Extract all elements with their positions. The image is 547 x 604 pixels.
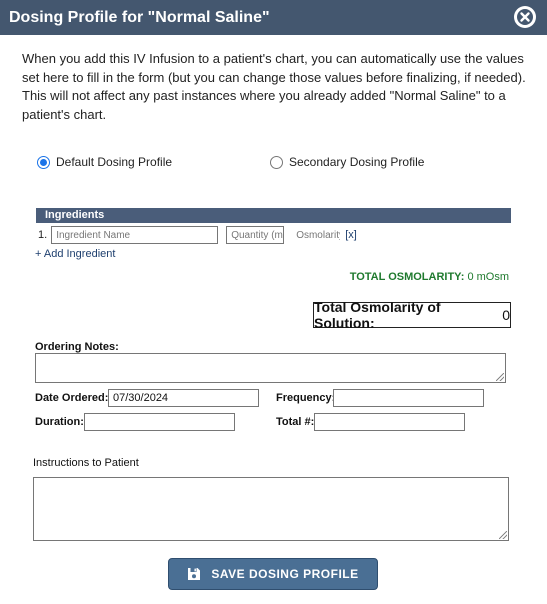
resize-handle[interactable] — [499, 531, 507, 539]
dialog-titlebar: Dosing Profile for "Normal Saline" — [0, 0, 547, 35]
total-solution-value: 0 — [502, 307, 510, 323]
total-solution-box: Total Osmolarity of Solution: 0 — [313, 299, 511, 331]
radio-secondary-profile[interactable]: Secondary Dosing Profile — [270, 155, 424, 169]
ingredient-name-placeholder: Ingredient Name — [56, 229, 131, 241]
date-ordered-field[interactable]: 07/30/2024 — [108, 389, 259, 407]
frequency-field[interactable] — [333, 389, 484, 407]
duration-field[interactable] — [84, 413, 235, 431]
resize-handle[interactable] — [496, 373, 504, 381]
ingredient-name-input[interactable]: Ingredient Name — [51, 226, 219, 244]
duration-label: Duration: — [35, 416, 84, 428]
total-solution-label: Total Osmolarity of Solution: — [314, 299, 441, 331]
total-osmolarity: TOTAL OSMOLARITY: 0 mOsm — [350, 271, 509, 283]
date-ordered-label: Date Ordered: — [35, 392, 109, 404]
ingredient-quantity-placeholder: Quantity (ml) — [231, 229, 285, 241]
ingredient-osmolarity-placeholder: Osmolarity — [296, 229, 342, 241]
dialog-title: Dosing Profile for "Normal Saline" — [9, 8, 270, 26]
radio-default-label: Default Dosing Profile — [56, 155, 173, 169]
radio-secondary-label: Secondary Dosing Profile — [289, 155, 425, 169]
ingredient-osmolarity-input[interactable]: Osmolarity — [291, 226, 342, 244]
remove-ingredient-link[interactable]: [x] — [345, 229, 357, 241]
total-count-label: Total #: — [276, 416, 315, 428]
close-circle-icon — [515, 7, 535, 27]
date-ordered-value: 07/30/2024 — [113, 392, 169, 404]
total-count-field[interactable] — [314, 413, 465, 431]
instructions-label: Instructions to Patient — [33, 457, 139, 469]
radio-secondary-indicator[interactable] — [270, 155, 283, 169]
save-button-label: SAVE DOSING PROFILE — [211, 567, 359, 581]
save-dosing-profile-button[interactable]: SAVE DOSING PROFILE — [168, 558, 378, 590]
ordering-notes-textarea[interactable] — [35, 353, 506, 383]
ingredient-index: 1. — [38, 229, 48, 241]
total-osmolarity-value: 0 mOsm — [467, 271, 509, 283]
instructions-textarea[interactable] — [33, 477, 509, 541]
close-button[interactable] — [514, 6, 536, 28]
ingredient-quantity-input[interactable]: Quantity (ml) — [226, 226, 285, 244]
add-ingredient-link[interactable]: + Add Ingredient — [35, 248, 115, 260]
intro-text: When you add this IV Infusion to a patie… — [22, 51, 526, 122]
total-osmolarity-label: TOTAL OSMOLARITY: — [349, 271, 465, 283]
ingredients-header: Ingredients — [36, 208, 511, 223]
radio-default-profile[interactable]: Default Dosing Profile — [37, 155, 172, 169]
ordering-notes-label: Ordering Notes: — [35, 341, 119, 353]
radio-default-indicator[interactable] — [37, 155, 50, 169]
ingredient-row: 1. Ingredient Name Quantity (ml) Osmolar… — [38, 226, 357, 244]
floppy-disk-icon — [188, 568, 201, 580]
frequency-label: Frequency: — [276, 392, 336, 404]
